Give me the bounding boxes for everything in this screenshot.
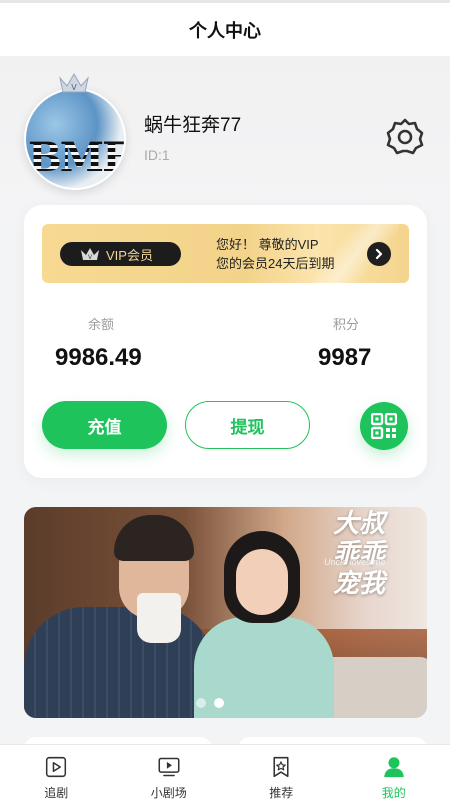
banner-title-line3: 宠我 — [332, 569, 385, 599]
vip-badge-label: VIP会员 — [106, 247, 153, 263]
carousel-dot-active[interactable] — [214, 698, 224, 708]
promo-banner[interactable]: 大叔 乖乖 宠我 Uncle loves me — [24, 507, 427, 718]
tab-label: 推荐 — [269, 786, 294, 800]
recharge-button[interactable]: 充值 — [42, 401, 167, 449]
vip-badge: V VIP会员 — [60, 242, 181, 266]
chevron-right-icon — [375, 248, 383, 260]
play-square-icon — [46, 756, 67, 778]
svg-text:V: V — [71, 83, 77, 92]
tab-mine[interactable]: 我的 — [338, 745, 450, 801]
banner-man-hair — [114, 515, 194, 561]
tab-follow-drama[interactable]: 追剧 — [0, 745, 113, 801]
bottom-tab-bar: 追剧 小剧场 推荐 我的 — [0, 744, 450, 801]
banner-title: 大叔 乖乖 宠我 — [294, 509, 424, 599]
tab-label: 小剧场 — [150, 786, 187, 800]
tab-label: 我的 — [381, 786, 406, 800]
carousel-dots — [196, 698, 224, 708]
vip-greeting: 您好！ 尊敬的VIP 您的会员24天后到期 — [216, 235, 334, 273]
user-name: 蜗牛狂奔77 — [144, 115, 242, 136]
vip-greeting-line1: 您好！ 尊敬的VIP — [216, 237, 319, 252]
user-id: ID:1 — [144, 147, 170, 163]
points-label: 积分 — [333, 317, 360, 332]
withdraw-button[interactable]: 提现 — [185, 401, 310, 449]
top-bar: 个人中心 — [0, 0, 450, 56]
member-card: V VIP会员 您好！ 尊敬的VIP 您的会员24天后到期 余额 9986.49… — [24, 205, 427, 478]
avatar-container[interactable]: BMF V — [24, 72, 128, 190]
settings-gear-icon[interactable] — [385, 116, 425, 156]
balance-label: 余额 — [88, 317, 115, 332]
vip-expiry-line: 您的会员24天后到期 — [216, 256, 335, 271]
vip-banner[interactable]: V VIP会员 您好！ 尊敬的VIP 您的会员24天后到期 — [42, 224, 409, 283]
points-value: 9987 — [318, 344, 372, 371]
avatar[interactable]: BMF — [24, 88, 126, 190]
qr-code-icon — [371, 413, 397, 439]
page-title: 个人中心 — [189, 20, 261, 41]
banner-subtitle: Uncle loves me — [324, 557, 386, 567]
avatar-text: BMF — [28, 134, 126, 181]
tab-mini-theater[interactable]: 小剧场 — [113, 745, 226, 801]
carousel-dot[interactable] — [196, 698, 206, 708]
bookmark-star-icon — [273, 756, 289, 778]
banner-woman-face — [236, 549, 288, 615]
user-icon — [384, 757, 404, 778]
tab-recommend[interactable]: 推荐 — [225, 745, 338, 801]
tab-label: 追剧 — [44, 786, 69, 800]
qr-code-button[interactable] — [360, 402, 408, 450]
vip-arrow-button[interactable] — [367, 242, 391, 266]
vip-crown-icon: V — [81, 248, 99, 261]
banner-title-line1: 大叔 — [332, 509, 385, 539]
banner-cup — [137, 593, 181, 643]
banner-man-figure — [24, 607, 214, 718]
crown-icon: V — [59, 73, 89, 93]
tv-play-icon — [158, 757, 180, 777]
balance-value: 9986.49 — [55, 344, 142, 371]
